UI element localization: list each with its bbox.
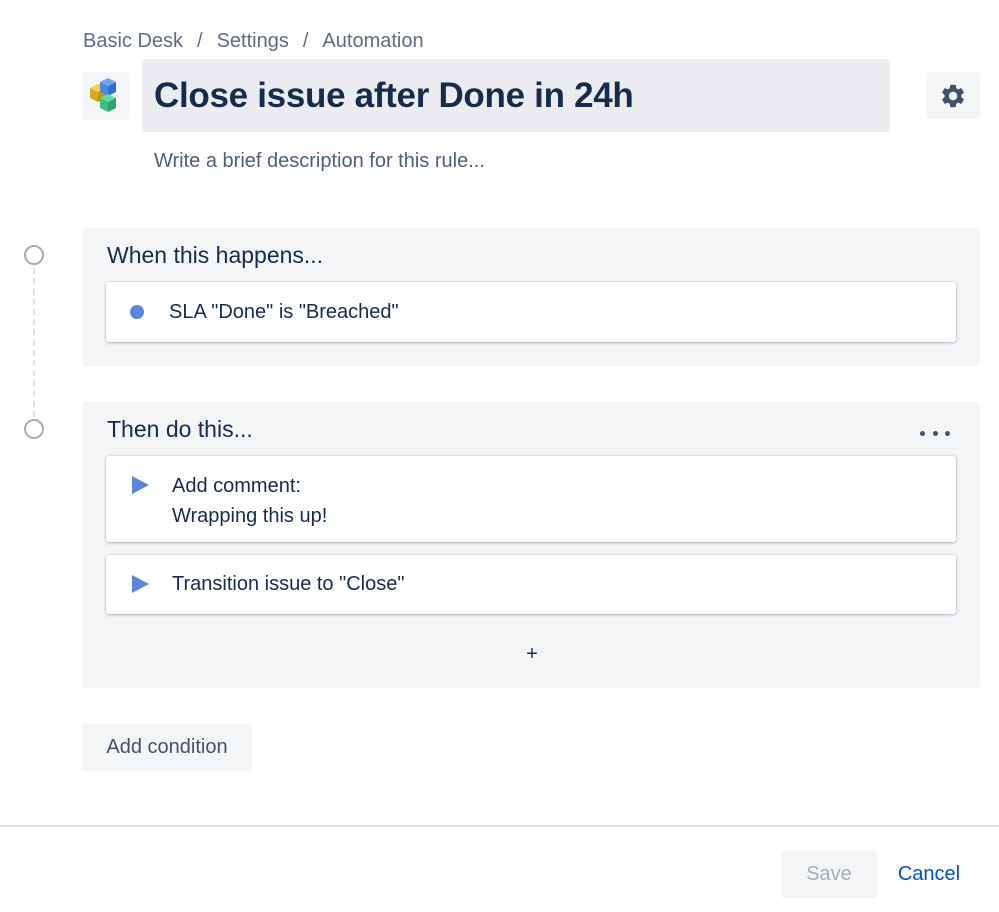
play-icon xyxy=(132,476,149,494)
add-action-button[interactable]: + xyxy=(520,642,544,666)
action-card-transition[interactable]: Transition issue to "Close" xyxy=(106,555,956,614)
footer-divider xyxy=(0,825,999,827)
action-line1: Transition issue to "Close" xyxy=(172,573,405,595)
cancel-button[interactable]: Cancel xyxy=(885,851,973,898)
trigger-card[interactable]: SLA "Done" is "Breached" xyxy=(106,282,956,342)
more-options-button[interactable] xyxy=(920,426,950,440)
automation-cubes-icon xyxy=(82,72,130,120)
trigger-block: When this happens... SLA "Done" is "Brea… xyxy=(82,228,980,366)
timeline-node-trigger xyxy=(24,245,44,265)
breadcrumb-separator: / xyxy=(302,29,309,52)
save-button[interactable]: Save xyxy=(781,851,877,898)
add-condition-button[interactable]: Add condition xyxy=(82,724,252,771)
gear-icon xyxy=(942,84,964,107)
timeline-node-action xyxy=(24,419,44,439)
trigger-block-title: When this happens... xyxy=(107,242,324,268)
breadcrumb-separator: / xyxy=(197,29,203,52)
rule-description-input[interactable]: Write a brief description for this rule.… xyxy=(154,150,485,173)
play-icon xyxy=(132,575,149,593)
breadcrumb-item-automation[interactable]: Automation xyxy=(322,30,423,53)
rule-title-input[interactable]: Close issue after Done in 24h xyxy=(142,59,890,132)
settings-button[interactable] xyxy=(926,72,980,119)
more-horizontal-icon xyxy=(920,430,925,436)
action-block: Then do this... Add comment: Wrapping th… xyxy=(82,402,980,688)
action-block-title: Then do this... xyxy=(107,416,253,442)
breadcrumb: Basic Desk / Settings / Automation xyxy=(83,28,424,54)
timeline-connector xyxy=(33,268,35,417)
action-card-add-comment[interactable]: Add comment: Wrapping this up! xyxy=(106,456,956,542)
dot-icon xyxy=(130,305,144,319)
trigger-text: SLA "Done" is "Breached" xyxy=(169,301,399,323)
action-line2: Wrapping this up! xyxy=(172,505,328,527)
action-line1: Add comment: xyxy=(172,475,301,497)
breadcrumb-item-basic-desk[interactable]: Basic Desk xyxy=(83,30,183,53)
breadcrumb-item-settings[interactable]: Settings xyxy=(217,30,289,53)
